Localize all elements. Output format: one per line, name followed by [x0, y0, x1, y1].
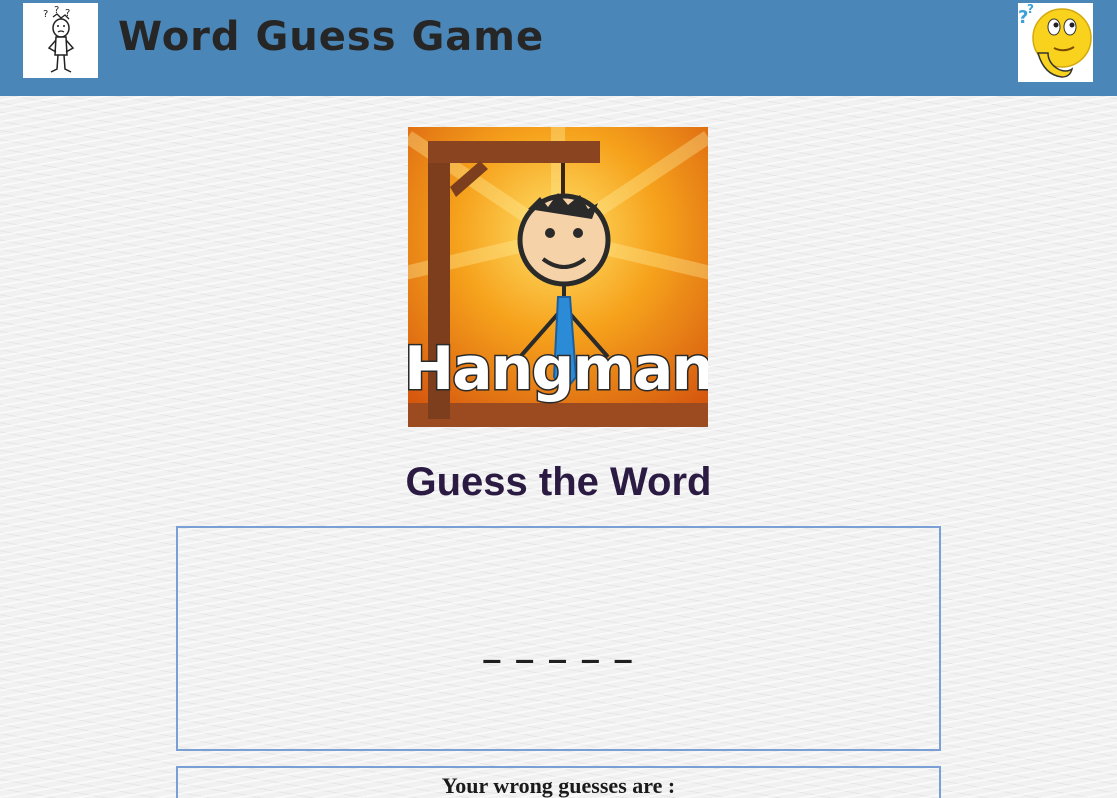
page-title: Guess the Word: [405, 460, 712, 504]
wrong-guesses-label: Your wrong guesses are :: [441, 773, 676, 798]
top-banner: ? ? ? Word Guess Game ? ?: [0, 0, 1117, 96]
word-blanks: _ _ _ _ _: [483, 624, 634, 664]
hangman-logo-text: Hangman: [408, 334, 708, 404]
hangman-logo: Hangman: [386, 107, 730, 427]
svg-text:?: ?: [1027, 3, 1034, 16]
svg-text:?: ?: [43, 9, 48, 20]
thinking-emoji-icon: ? ?: [1018, 2, 1093, 82]
app-title: Word Guess Game: [118, 14, 545, 60]
confused-stickman-icon: ? ? ?: [23, 3, 98, 78]
